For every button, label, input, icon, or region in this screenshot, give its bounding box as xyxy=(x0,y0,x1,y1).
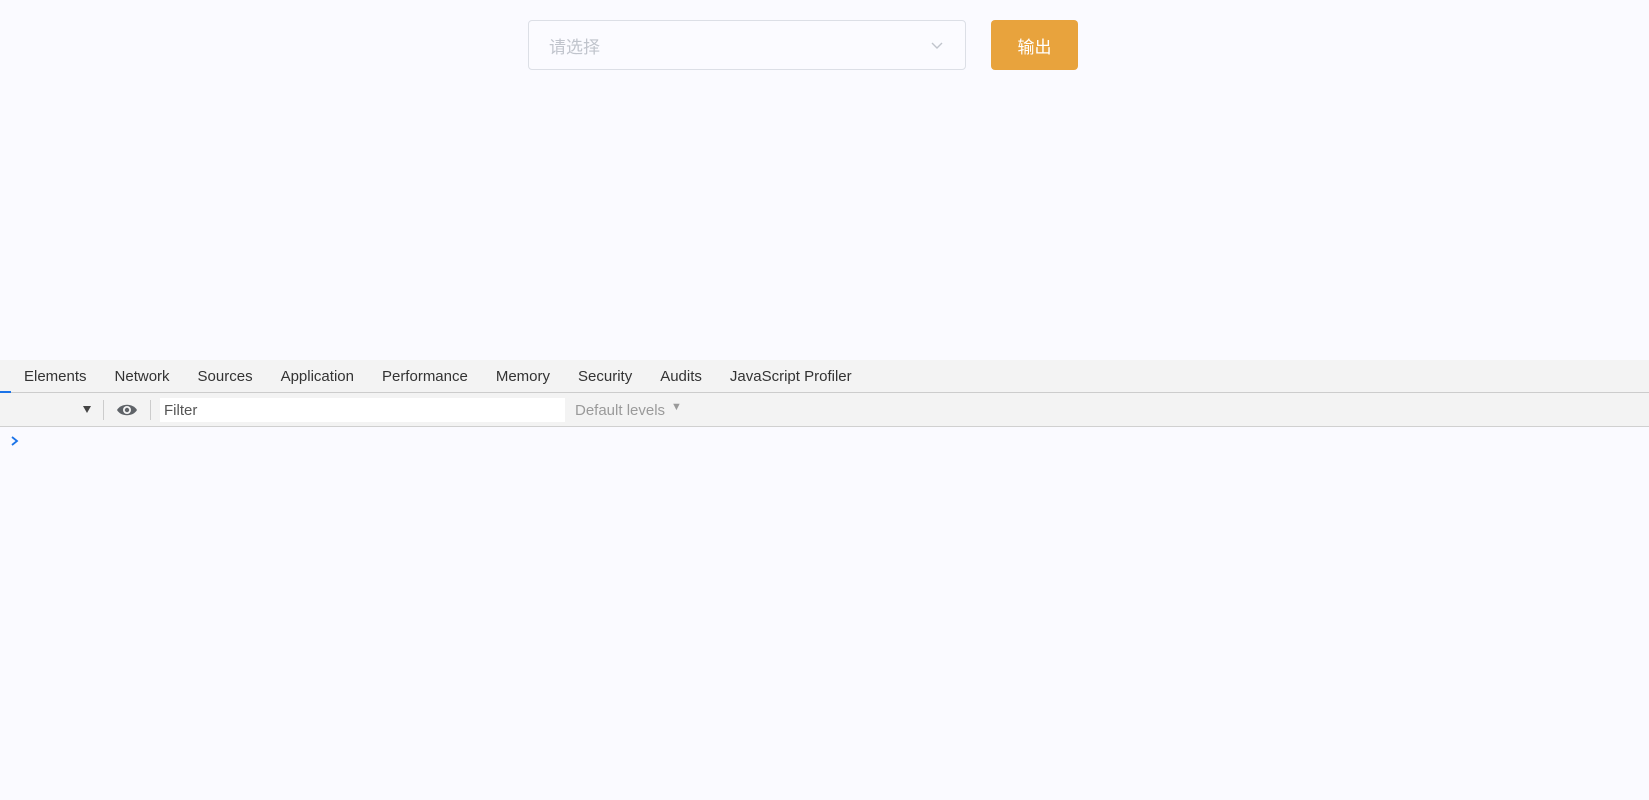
context-dropdown-triangle-icon[interactable] xyxy=(80,402,94,416)
console-toolbar: Default levels ▼ xyxy=(0,393,1649,427)
tab-application[interactable]: Application xyxy=(267,360,368,393)
app-area: 请选择 输出 xyxy=(0,0,1649,360)
caret-down-icon: ▼ xyxy=(671,401,682,413)
tab-security[interactable]: Security xyxy=(564,360,646,393)
output-button[interactable]: 输出 xyxy=(991,20,1078,70)
tab-audits[interactable]: Audits xyxy=(646,360,716,393)
devtools-tabbar: Elements Network Sources Application Per… xyxy=(0,360,1649,393)
tab-network[interactable]: Network xyxy=(101,360,184,393)
eye-icon[interactable] xyxy=(116,401,138,419)
devtools-panel: Elements Network Sources Application Per… xyxy=(0,360,1649,800)
tab-memory[interactable]: Memory xyxy=(482,360,564,393)
tab-javascript-profiler[interactable]: JavaScript Profiler xyxy=(716,360,866,393)
console-output[interactable] xyxy=(0,427,1649,799)
tab-elements[interactable]: Elements xyxy=(10,360,101,393)
levels-label: Default levels xyxy=(575,401,666,419)
filter-input[interactable] xyxy=(160,398,565,422)
toolbar-divider xyxy=(103,400,104,420)
chevron-right-icon xyxy=(9,433,21,447)
tab-sources[interactable]: Sources xyxy=(184,360,267,393)
toolbar-divider xyxy=(150,400,151,420)
select-dropdown[interactable]: 请选择 xyxy=(528,20,966,70)
default-levels-dropdown[interactable]: Default levels ▼ xyxy=(575,393,682,427)
select-placeholder: 请选择 xyxy=(549,37,600,58)
tab-performance[interactable]: Performance xyxy=(368,360,482,393)
chevron-down-icon xyxy=(929,37,945,53)
